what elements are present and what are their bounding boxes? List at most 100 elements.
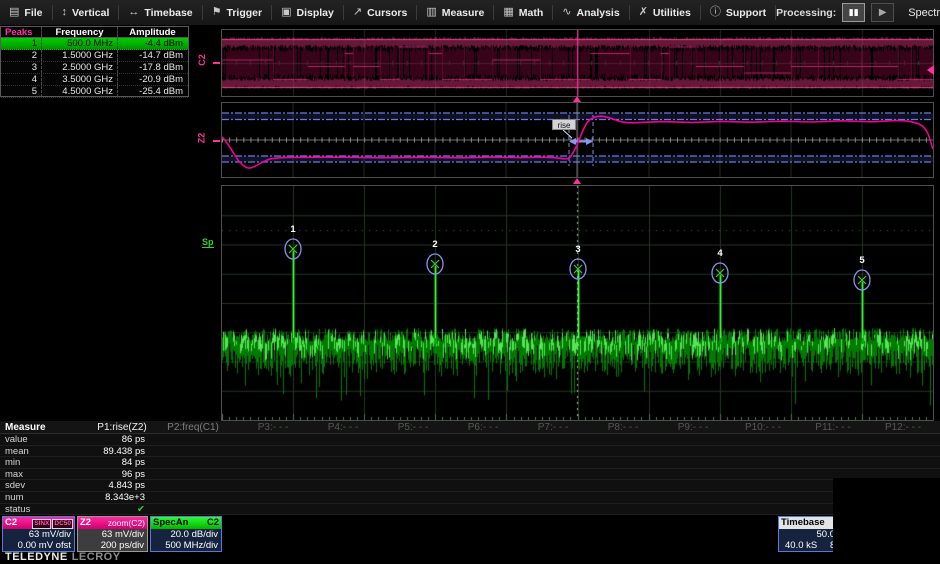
menu-item-file[interactable]: ▤File xyxy=(0,0,52,25)
teledyne-lecroy-logo: TELEDYNE LECROY xyxy=(5,551,121,563)
specan-span: 500 MHz/div xyxy=(154,540,218,551)
menu-item-display-label: Display xyxy=(297,7,334,19)
measure-icon: ▥ xyxy=(426,7,436,18)
menu-item-support[interactable]: ⓘSupport xyxy=(701,0,775,25)
spectrum-peak-marker-4: 4 xyxy=(708,247,732,285)
menu-item-vertical-label: Vertical xyxy=(72,7,109,19)
timebase-scale: 50.0 xyxy=(779,529,835,540)
peaks-row[interactable]: 1500.0 MHz-4.4 dBm xyxy=(1,38,188,50)
specan-descriptor-header: SpecAn C2 xyxy=(151,517,221,529)
c2-trace-label[interactable]: C2 xyxy=(197,54,207,66)
trigger-position-marker-bottom[interactable] xyxy=(573,178,581,184)
c2-descriptor-body: 63 mV/div 0.00 mV ofst xyxy=(3,529,74,551)
menu-item-utilities[interactable]: ✗Utilities xyxy=(630,0,700,25)
measure-row-value: 86 ps xyxy=(0,434,145,446)
peaks-row[interactable]: 21.5000 GHz-14.7 dBm xyxy=(1,50,188,62)
menu-item-cursors[interactable]: ↗ Cursors xyxy=(344,0,416,25)
measure-row-sdev: sdev4.843 ps xyxy=(0,480,940,492)
c2-badge-dc50: DC50 xyxy=(52,519,73,529)
peaks-table: PeaksFrequencyAmplitude 1500.0 MHz-4.4 d… xyxy=(0,26,189,97)
measure-column-p6: P6:- - - xyxy=(468,421,499,434)
specan-descriptor-box[interactable]: SpecAn C2 20.0 dB/div 500 MHz/div xyxy=(150,516,222,552)
specan-descriptor-name: SpecAn xyxy=(153,517,188,528)
measure-row-num: num8.343e+3 xyxy=(0,492,940,504)
measure-column-p8: P8:- - - xyxy=(608,421,639,434)
peak-frequency: 2.5000 GHz xyxy=(42,62,118,73)
spectrum-peak-marker-2: 2 xyxy=(423,238,447,276)
upper-threshold-band xyxy=(222,114,933,120)
svg-text:1: 1 xyxy=(290,224,296,235)
menu-item-utilities-label: Utilities xyxy=(653,7,691,19)
vertical-icon: ↕ xyxy=(62,7,68,18)
measure-row-value: 4.843 ps xyxy=(0,480,145,492)
menu-item-display[interactable]: ▣ Display xyxy=(272,0,343,25)
logo-brand: TELEDYNE xyxy=(5,551,68,563)
spectrum-trace xyxy=(222,186,933,420)
peak-number: 4 xyxy=(1,74,42,85)
display-icon: ▣ xyxy=(281,7,291,18)
rise-label-pointer xyxy=(563,130,572,138)
measure-column-p11: P11:- - - xyxy=(815,421,850,434)
peaks-header-peaks: Peaks xyxy=(1,27,42,37)
peak-amplitude: -17.8 dBm xyxy=(118,62,187,73)
peaks-row[interactable]: 43.5000 GHz-20.9 dBm xyxy=(1,74,188,86)
cursors-icon: ↗ xyxy=(353,7,362,18)
measure-row-value: 84 ps xyxy=(0,457,145,469)
peaks-row[interactable]: 32.5000 GHz-17.8 dBm xyxy=(1,62,188,74)
status-ok-icon: ✔ xyxy=(0,504,145,516)
peaks-row[interactable]: 54.5000 GHz-25.4 dBm xyxy=(1,86,188,98)
c2-offset: 0.00 mV ofst xyxy=(6,540,71,551)
timebase-icon: ↔ xyxy=(128,7,139,18)
measure-table: Measure P1:rise(Z2)P2:freq(C1)P3:- - -P4… xyxy=(0,421,940,515)
peak-frequency: 4.5000 GHz xyxy=(42,86,118,97)
spectrum-peak-marker-5: 5 xyxy=(850,254,874,292)
measure-table-header: Measure P1:rise(Z2)P2:freq(C1)P3:- - -P4… xyxy=(0,421,940,434)
measure-column-p12: P12:- - - xyxy=(885,421,921,434)
trigger-level-arrow[interactable] xyxy=(927,65,934,75)
peak-amplitude: -4.4 dBm xyxy=(118,38,187,49)
trigger-position-marker-top[interactable] xyxy=(573,96,581,102)
c2-badges: SINXDC50 xyxy=(31,518,73,530)
svg-text:5: 5 xyxy=(859,255,865,266)
measure-column-p1[interactable]: P1:rise(Z2) xyxy=(97,421,146,434)
measure-column-p2[interactable]: P2:freq(C1) xyxy=(167,421,219,434)
measure-row-value: 89.438 ps xyxy=(0,446,145,458)
z2-offset-tick xyxy=(213,140,220,142)
analysis-icon: ∿ xyxy=(562,7,571,18)
oscilloscope-screen: ▤File ↕ Vertical ↔ Timebase ⚑Trigger ▣ Display ↗… xyxy=(0,0,940,564)
menu-item-timebase[interactable]: ↔ Timebase xyxy=(119,0,201,25)
mode-label: Spectrum xyxy=(908,7,940,19)
menu-item-measure[interactable]: ▥ Measure xyxy=(417,0,493,25)
c2-waveform-grid xyxy=(221,29,934,97)
play-button[interactable]: ▶ xyxy=(871,3,894,22)
specan-descriptor-body: 20.0 dB/div 500 MHz/div xyxy=(151,529,221,551)
svg-text:4: 4 xyxy=(717,248,723,259)
z2-descriptor-body: 63 mV/div 200 ps/div xyxy=(78,529,147,551)
peaks-table-body: 1500.0 MHz-4.4 dBm21.5000 GHz-14.7 dBm32… xyxy=(1,38,188,98)
menu-item-analysis[interactable]: ∿Analysis xyxy=(553,0,628,25)
z2-trace-label[interactable]: Z2 xyxy=(196,133,206,144)
menu-items: ▤File ↕ Vertical ↔ Timebase ⚑Trigger ▣ Display ↗… xyxy=(0,0,776,25)
processing-label: Processing: xyxy=(776,7,836,19)
pause-button[interactable]: ▮▮ xyxy=(842,3,865,22)
c2-trace xyxy=(222,30,933,96)
measure-row-mean: mean89.438 ps xyxy=(0,446,940,458)
z2-trace xyxy=(222,103,933,177)
menu-item-measure-label: Measure xyxy=(442,7,485,19)
menu-item-math[interactable]: ▦Math xyxy=(494,0,552,25)
c2-descriptor-header: C2 SINXDC50 xyxy=(3,517,74,529)
logo-sub: LECROY xyxy=(72,551,121,563)
measure-row-max: max96 ps xyxy=(0,469,940,481)
c2-offset-tick xyxy=(213,62,220,64)
c2-descriptor-box[interactable]: C2 SINXDC50 63 mV/div 0.00 mV ofst xyxy=(2,516,75,552)
trigger-icon: ⚑ xyxy=(212,7,222,18)
menu-item-trigger[interactable]: ⚑Trigger xyxy=(203,0,271,25)
z2-descriptor-box[interactable]: Z2 zoom(C2) 63 mV/div 200 ps/div xyxy=(77,516,148,552)
menu-item-timebase-label: Timebase xyxy=(144,7,192,19)
specan-trace-label[interactable]: Sp xyxy=(202,237,214,248)
measure-row-min: min84 ps xyxy=(0,457,940,469)
svg-text:3: 3 xyxy=(575,244,580,255)
menu-bar: ▤File ↕ Vertical ↔ Timebase ⚑Trigger ▣ Display ↗… xyxy=(0,0,940,25)
menu-item-vertical[interactable]: ↕ Vertical xyxy=(53,0,119,25)
menu-item-cursors-label: Cursors xyxy=(367,7,407,19)
